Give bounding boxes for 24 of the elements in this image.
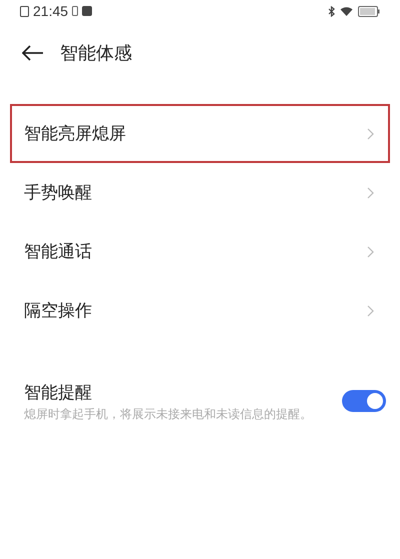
battery-icon — [358, 6, 380, 16]
message-icon — [82, 6, 92, 16]
menu-item[interactable]: 智能通话 — [10, 222, 390, 281]
menu-item-label: 手势唤醒 — [24, 182, 92, 204]
menu-item-label: 隔空操作 — [24, 300, 92, 322]
wifi-icon — [340, 6, 353, 16]
menu-item-label: 智能亮屏熄屏 — [24, 122, 126, 145]
chevron-icon — [367, 128, 374, 140]
page-title: 智能体感 — [60, 42, 132, 64]
status-time: 21:45 — [33, 2, 68, 20]
sim-icon — [20, 6, 29, 16]
back-button[interactable] — [22, 45, 44, 61]
chevron-icon — [367, 186, 374, 198]
chevron-icon — [367, 304, 374, 316]
menu-item[interactable]: 隔空操作 — [10, 281, 390, 340]
setting-description: 熄屏时拿起手机，将展示未接来电和未读信息的提醒。 — [24, 406, 313, 422]
vibrate-icon — [72, 6, 78, 16]
menu-item-label: 智能通话 — [24, 240, 92, 263]
setting-title: 智能提醒 — [24, 382, 93, 404]
toggle-switch[interactable] — [342, 390, 386, 412]
menu-item[interactable]: 智能亮屏熄屏 — [10, 104, 390, 163]
menu-item[interactable]: 手势唤醒 — [10, 163, 390, 222]
chevron-icon — [367, 246, 374, 258]
bluetooth-icon — [328, 6, 335, 16]
